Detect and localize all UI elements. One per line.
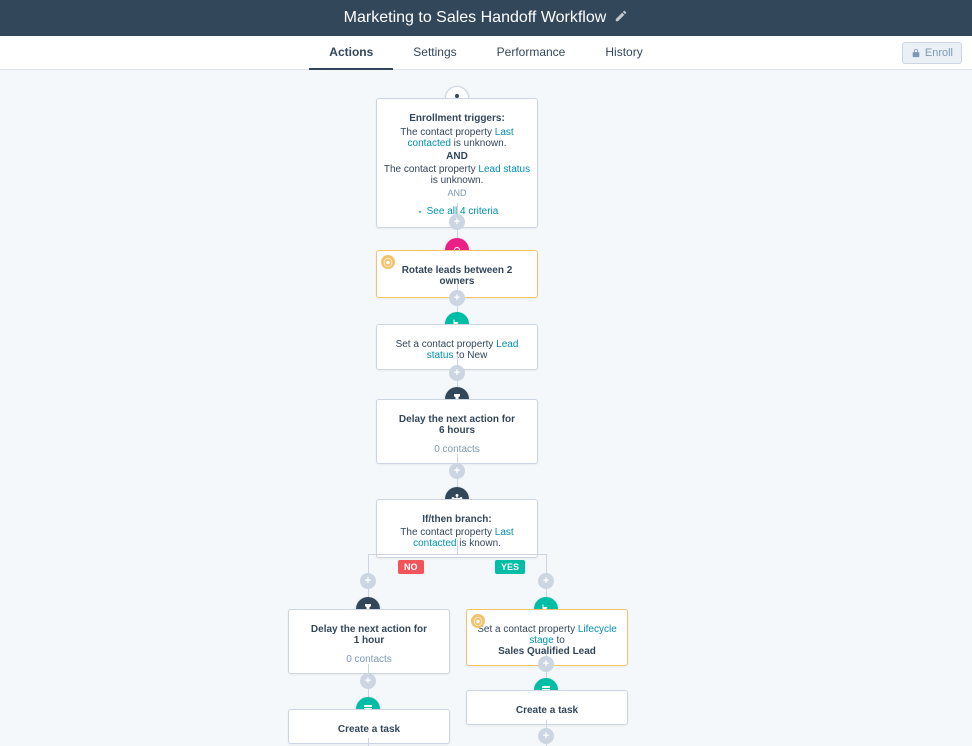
branch-yes-label: YES bbox=[495, 560, 525, 574]
workflow-title: Marketing to Sales Handoff Workflow bbox=[344, 9, 607, 27]
add-action-plus-icon[interactable]: + bbox=[449, 365, 465, 381]
pencil-icon[interactable] bbox=[614, 9, 628, 28]
add-action-plus-icon[interactable]: + bbox=[538, 573, 554, 589]
create-task-left-text: Create a task bbox=[295, 724, 443, 735]
enrollment-criteria-2: The contact property Lead status is unkn… bbox=[383, 164, 531, 186]
delay-1h-line2: 1 hour bbox=[295, 635, 443, 646]
tabs-bar: Actions Settings Performance History Enr… bbox=[0, 36, 972, 70]
add-action-plus-icon[interactable]: + bbox=[538, 728, 554, 744]
add-action-plus-icon[interactable]: + bbox=[449, 463, 465, 479]
branch-no-label: NO bbox=[398, 560, 424, 574]
workflow-canvas: Enrollment triggers: The contact propert… bbox=[0, 70, 972, 746]
set-lifecycle-text: Set a contact property Lifecycle stage t… bbox=[473, 624, 621, 646]
tab-history[interactable]: History bbox=[585, 36, 662, 70]
enroll-button[interactable]: Enroll bbox=[902, 42, 962, 64]
delay-1h-contacts: 0 contacts bbox=[295, 654, 443, 665]
delay-6h-line2: 6 hours bbox=[383, 425, 531, 436]
delay-6h-line1: Delay the next action for bbox=[383, 414, 531, 425]
chevron-down-icon bbox=[416, 208, 424, 216]
enrollment-and-1: AND bbox=[383, 151, 531, 162]
warning-badge-icon: ⦿ bbox=[381, 255, 395, 269]
workflow-header: Marketing to Sales Handoff Workflow bbox=[0, 0, 972, 36]
tab-actions[interactable]: Actions bbox=[309, 36, 393, 70]
tab-performance[interactable]: Performance bbox=[477, 36, 586, 70]
add-action-plus-icon[interactable]: + bbox=[360, 673, 376, 689]
enrollment-and-2: AND bbox=[383, 188, 531, 198]
create-task-right-card[interactable]: Create a task bbox=[466, 690, 628, 725]
add-action-plus-icon[interactable]: + bbox=[360, 573, 376, 589]
add-action-plus-icon[interactable]: + bbox=[449, 214, 465, 230]
add-action-plus-icon[interactable]: + bbox=[538, 656, 554, 672]
enrollment-heading: Enrollment triggers: bbox=[383, 113, 531, 124]
branch-heading: If/then branch: bbox=[383, 514, 531, 525]
enrollment-criteria-1: The contact property Last contacted is u… bbox=[383, 127, 531, 149]
enroll-button-label: Enroll bbox=[925, 47, 953, 59]
warning-badge-icon: ⦿ bbox=[471, 614, 485, 628]
add-action-plus-icon[interactable]: + bbox=[449, 290, 465, 306]
create-task-left-card[interactable]: Create a task bbox=[288, 709, 450, 744]
tab-settings[interactable]: Settings bbox=[393, 36, 476, 70]
delay-1h-line1: Delay the next action for bbox=[295, 624, 443, 635]
delay-1h-card[interactable]: Delay the next action for 1 hour 0 conta… bbox=[288, 609, 450, 674]
create-task-right-text: Create a task bbox=[473, 705, 621, 716]
